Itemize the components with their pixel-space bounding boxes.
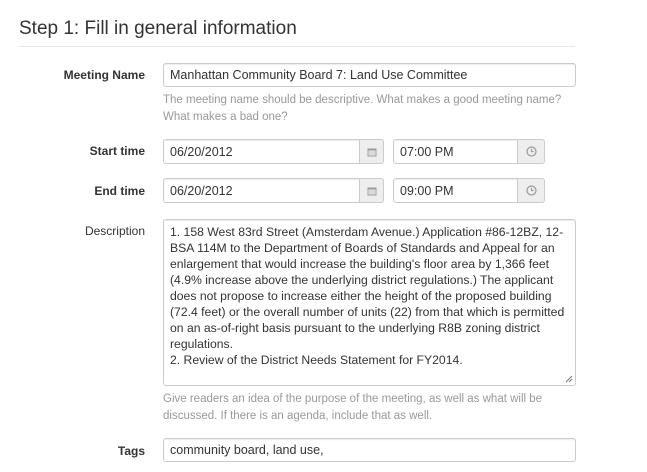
end-time-label: End time <box>94 184 145 198</box>
description-line: 1. 158 West 83rd Street (Amsterdam Avenu… <box>170 225 564 239</box>
description-line: does not propose to increase either the … <box>170 289 552 303</box>
description-help: Give readers an idea of the purpose of t… <box>163 391 583 425</box>
calendar-icon <box>367 148 376 156</box>
end-time-value: 09:00 PM <box>400 183 454 198</box>
start-time-label: Start time <box>89 144 145 158</box>
start-time-picker-button[interactable] <box>518 139 545 164</box>
description-line: (4.9% increase above the underlying dist… <box>170 273 554 287</box>
end-date-value: 06/20/2012 <box>170 183 233 198</box>
meeting-name-help: The meeting name should be descriptive. … <box>163 92 583 126</box>
description-line: enlargement that would increase the buil… <box>170 257 550 271</box>
description-help-line-2: discussed. If there is an agenda, includ… <box>163 410 433 422</box>
end-time-input[interactable]: 09:00 PM <box>393 178 518 203</box>
step-heading: Step 1: Fill in general information <box>19 18 297 39</box>
meeting-name-label: Meeting Name <box>63 68 145 82</box>
description-line: regulations. <box>170 337 234 351</box>
description-line: BSA 114M to the Department of Boards of … <box>170 241 555 255</box>
resize-grip-icon[interactable] <box>565 375 573 383</box>
end-time-picker-button[interactable] <box>518 178 545 203</box>
description-textarea[interactable]: 1. 158 West 83rd Street (Amsterdam Avenu… <box>163 219 576 386</box>
description-label: Description <box>84 224 145 238</box>
clock-icon <box>525 146 537 157</box>
calendar-icon <box>367 187 376 195</box>
description-line: 2. Review of the District Needs Statemen… <box>170 353 463 367</box>
start-date-picker-button[interactable] <box>360 139 384 164</box>
start-date-input[interactable]: 06/20/2012 <box>163 139 360 164</box>
start-time-value: 07:00 PM <box>400 144 454 159</box>
start-date-value: 06/20/2012 <box>170 144 233 159</box>
end-date-picker-button[interactable] <box>360 178 384 203</box>
description-help-line-1: Give readers an idea of the purpose of t… <box>163 393 543 405</box>
meeting-name-help-line-1: The meeting name should be descriptive. … <box>163 94 562 106</box>
meeting-name-help-line-2: What makes a bad one? <box>163 111 288 123</box>
start-time-input[interactable]: 07:00 PM <box>393 139 518 164</box>
tags-label: Tags <box>117 444 145 458</box>
meeting-name-value: Manhattan Community Board 7: Land Use Co… <box>170 68 468 82</box>
clock-icon <box>525 185 537 196</box>
description-line: on an as-of-right basis pursuant to the … <box>170 321 540 335</box>
end-date-input[interactable]: 06/20/2012 <box>163 178 360 203</box>
tags-value: community board, land use, <box>170 443 324 457</box>
meeting-name-input[interactable]: Manhattan Community Board 7: Land Use Co… <box>163 63 576 87</box>
tags-input[interactable]: community board, land use, <box>163 438 576 462</box>
description-line: (72.4 feet) or the overall number of uni… <box>170 305 565 319</box>
heading-divider <box>19 46 575 47</box>
